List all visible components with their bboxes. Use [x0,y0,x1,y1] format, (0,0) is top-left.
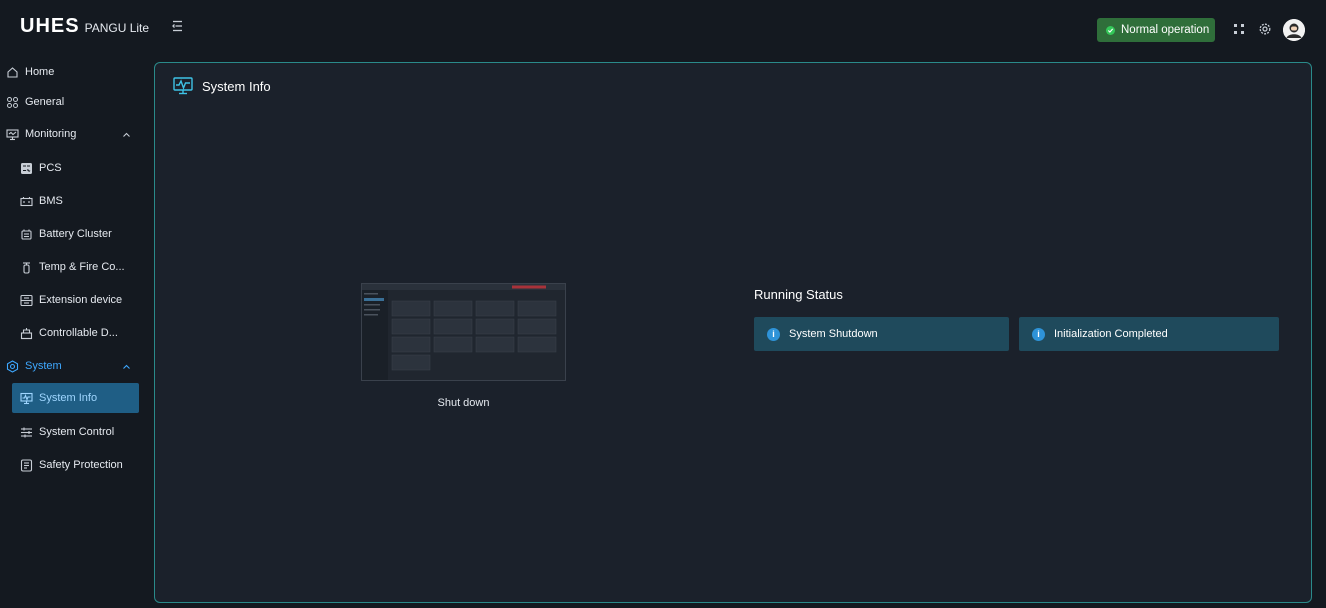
pcs-icon [20,162,33,175]
sidebar-item-label: PCS [39,162,62,174]
top-bar: UHES PANGU Lite Normal operation [0,0,1326,52]
sidebar-item-battery-cluster[interactable]: Battery Cluster [0,218,146,250]
sidebar-item-label: Controllable D... [39,327,118,339]
brand-name: UHES [20,15,80,37]
sidebar-item-system-info[interactable]: System Info [12,383,139,413]
sidebar: Home General Monitoring PCS BMS Battery … [0,52,146,608]
avatar[interactable] [1283,19,1305,41]
status-card-label: Initialization Completed [1054,328,1168,340]
monitor-icon [6,128,19,141]
status-card-system-shutdown: i System Shutdown [754,317,1009,351]
system-icon [6,359,19,373]
status-card-initialization-completed: i Initialization Completed [1019,317,1279,351]
sidebar-item-monitoring[interactable]: Monitoring [0,118,146,150]
sidebar-item-label: Monitoring [25,128,77,140]
sidebar-item-label: Home [25,66,55,78]
product-name: PANGU Lite [84,21,150,35]
sidebar-item-controllable-device[interactable]: Controllable D... [0,317,146,349]
fullscreen-icon[interactable] [1232,22,1246,36]
fire-extinguisher-icon [20,261,33,274]
device-state-caption: Shut down [437,397,490,409]
gear-icon[interactable] [1258,22,1272,36]
check-circle-icon [1106,25,1115,35]
sliders-icon [20,426,33,439]
app-logo: UHES PANGU Lite [20,15,149,38]
battery-cluster-icon [20,228,33,241]
controllable-device-icon [20,327,33,340]
status-card-label: System Shutdown [789,328,878,340]
sidebar-item-label: Battery Cluster [39,228,112,240]
sidebar-item-pcs[interactable]: PCS [0,152,146,184]
device-state-image [361,283,566,381]
sidebar-item-label: Temp & Fire Co... [39,261,125,273]
status-label: Normal operation [1121,24,1210,36]
sidebar-item-label: System [25,360,62,372]
sidebar-item-label: Extension device [39,294,123,306]
sidebar-item-general[interactable]: General [0,86,146,118]
extension-device-icon [20,294,33,307]
sidebar-item-system-control[interactable]: System Control [0,416,146,448]
system-info-icon [173,77,193,95]
sidebar-item-system[interactable]: System [0,350,146,382]
running-status-title: Running Status [754,287,843,302]
home-icon [6,66,19,79]
system-info-panel: System Info Shut down Running Status i S… [154,62,1312,603]
sidebar-item-label: BMS [39,195,63,207]
sidebar-item-label: Safety Protection [39,459,123,471]
info-icon: i [1032,327,1045,341]
sidebar-item-safety-protection[interactable]: Safety Protection [0,449,146,481]
info-icon: i [767,327,780,341]
status-badge: Normal operation [1097,18,1215,42]
sidebar-item-home[interactable]: Home [0,56,146,88]
sidebar-item-label: General [25,96,65,108]
page-title-text: System Info [202,78,271,94]
sidebar-item-bms[interactable]: BMS [0,185,146,217]
chevron-up-icon [122,130,131,138]
page-title: System Info [173,77,271,95]
grid-icon [6,96,19,109]
sidebar-item-extension-device[interactable]: Extension device [0,284,146,316]
battery-icon [20,195,33,208]
chevron-up-icon [122,362,131,370]
sidebar-item-label: System Info [39,392,98,404]
system-info-icon [20,392,33,405]
sidebar-item-label: System Control [39,426,115,438]
menu-collapse-icon[interactable] [170,18,186,34]
safety-icon [20,458,33,472]
sidebar-item-temp-fire[interactable]: Temp & Fire Co... [0,251,146,283]
